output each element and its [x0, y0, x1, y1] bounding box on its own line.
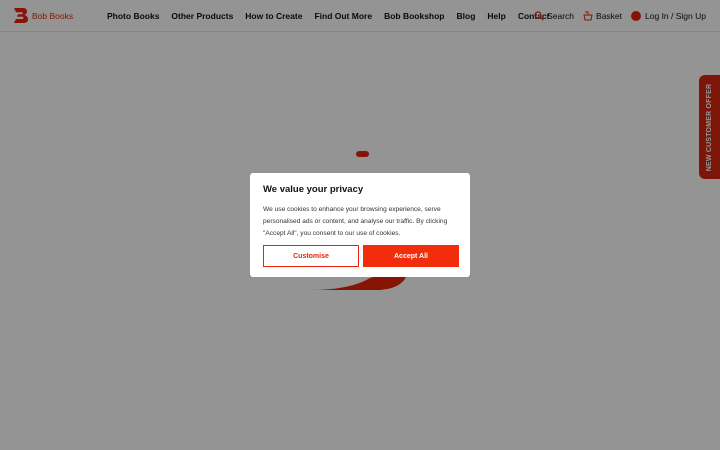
- cookie-dialog-title: We value your privacy: [263, 184, 364, 195]
- accept-all-button[interactable]: Accept All: [363, 245, 459, 267]
- cookie-dialog-actions: Customise Accept All: [263, 245, 459, 267]
- cookie-consent-dialog: We value your privacy We use cookies to …: [250, 173, 470, 277]
- customise-button[interactable]: Customise: [263, 245, 359, 267]
- cookie-dialog-text: We use cookies to enhance your browsing …: [263, 206, 448, 237]
